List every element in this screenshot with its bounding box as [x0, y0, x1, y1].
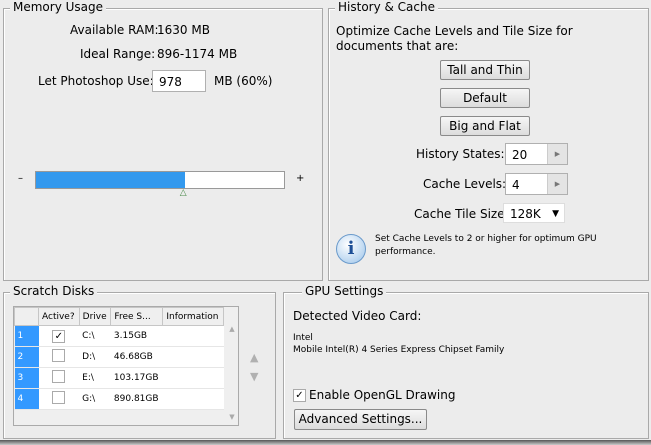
slider-thumb[interactable]: △ — [180, 188, 187, 198]
cache-tile-size-value: 128K — [510, 207, 541, 221]
cache-levels-arrow-icon[interactable]: ▶ — [547, 174, 567, 194]
cache-tile-size-label: Cache Tile Size: — [414, 207, 509, 221]
available-ram-value: 1630 MB — [157, 23, 210, 37]
tall-and-thin-button[interactable]: Tall and Thin — [440, 60, 530, 80]
advanced-settings-button[interactable]: Advanced Settings... — [294, 409, 427, 430]
info-message: Set Cache Levels to 2 or higher for opti… — [375, 234, 597, 257]
free-space-cell: 890.81GB — [110, 388, 163, 410]
memory-input[interactable]: 978 — [152, 70, 206, 92]
table-row[interactable]: 2 D:\ 46.68GB — [14, 346, 224, 368]
active-checkbox[interactable] — [52, 391, 66, 404]
cache-levels-input[interactable]: 4 ▶ — [505, 173, 568, 195]
free-space-cell: 3.15GB — [110, 325, 163, 347]
active-checkbox[interactable] — [52, 349, 66, 362]
free-space-cell: 103.17GB — [110, 367, 163, 389]
cache-description: Optimize Cache Levels and Tile Size for … — [336, 24, 573, 53]
move-down-icon[interactable]: ▼ — [250, 370, 258, 383]
table-row[interactable]: 1 ✓ C:\ 3.15GB — [14, 325, 224, 347]
corner-header — [14, 307, 39, 326]
default-button[interactable]: Default — [440, 88, 530, 108]
free-space-cell: 46.68GB — [110, 346, 163, 368]
video-card-name: Mobile Intel(R) 4 Series Express Chipset… — [293, 345, 505, 355]
chevron-down-icon: ▼ — [552, 209, 559, 219]
history-cache-title: History & Cache — [335, 0, 438, 14]
history-states-value: 20 — [512, 148, 528, 162]
column-header[interactable]: Free S... — [110, 307, 164, 326]
table-scrollbar[interactable]: ▲ ▼ — [226, 325, 238, 425]
history-states-label: History States: — [416, 147, 505, 161]
info-icon: i — [336, 234, 366, 264]
active-checkbox[interactable] — [52, 370, 66, 383]
information-cell — [162, 367, 224, 389]
cache-levels-label: Cache Levels: — [423, 177, 507, 191]
information-cell — [162, 325, 224, 347]
ideal-range-value: 896-1174 MB — [157, 47, 238, 61]
history-states-arrow-icon[interactable]: ▶ — [547, 144, 567, 164]
row-number: 3 — [14, 367, 39, 389]
minus-label: – — [18, 173, 23, 184]
information-cell — [162, 346, 224, 368]
big-and-flat-button[interactable]: Big and Flat — [440, 116, 530, 136]
scratch-disks-table: Active? Drive Free S... Information 1 ✓ C:\ 3.… — [13, 306, 239, 426]
scratch-disks-title: Scratch Disks — [10, 284, 98, 298]
memory-slider[interactable]: △ — [35, 171, 285, 198]
window-bottom-edge — [0, 440, 651, 445]
let-photoshop-use-label: Let Photoshop Use: — [38, 74, 154, 88]
gpu-settings-title: GPU Settings — [302, 284, 387, 298]
row-number: 2 — [14, 346, 39, 368]
ideal-range-label: Ideal Range: — [80, 47, 156, 61]
opengl-checkbox[interactable]: ✓ — [293, 389, 306, 402]
video-card-vendor: Intel — [293, 333, 313, 343]
row-number: 4 — [14, 388, 39, 410]
memory-usage-title: Memory Usage — [10, 0, 107, 14]
drive-cell: D:\ — [79, 346, 111, 368]
active-checkbox[interactable]: ✓ — [52, 329, 66, 343]
opengl-label[interactable]: Enable OpenGL Drawing — [309, 388, 455, 402]
table-row[interactable]: 3 E:\ 103.17GB — [14, 367, 224, 389]
row-number: 1 — [14, 325, 39, 347]
memory-unit: MB (60%) — [214, 74, 273, 88]
table-row[interactable]: 4 G:\ 890.81GB — [14, 388, 224, 410]
available-ram-label: Available RAM: — [70, 23, 159, 37]
move-up-icon[interactable]: ▲ — [250, 351, 258, 364]
information-cell — [162, 388, 224, 410]
drive-cell: C:\ — [79, 325, 111, 347]
cache-tile-size-select[interactable]: 128K ▼ — [503, 203, 565, 223]
drive-cell: E:\ — [79, 367, 111, 389]
drive-cell: G:\ — [79, 388, 111, 410]
detected-video-card-label: Detected Video Card: — [293, 309, 422, 323]
column-header[interactable]: Information — [162, 307, 224, 326]
cache-levels-value: 4 — [512, 178, 520, 192]
column-header[interactable]: Active? — [38, 307, 80, 326]
memory-slider-fill — [36, 172, 185, 188]
plus-label: + — [296, 173, 305, 184]
history-states-input[interactable]: 20 ▶ — [505, 143, 568, 165]
column-header[interactable]: Drive — [78, 307, 112, 326]
